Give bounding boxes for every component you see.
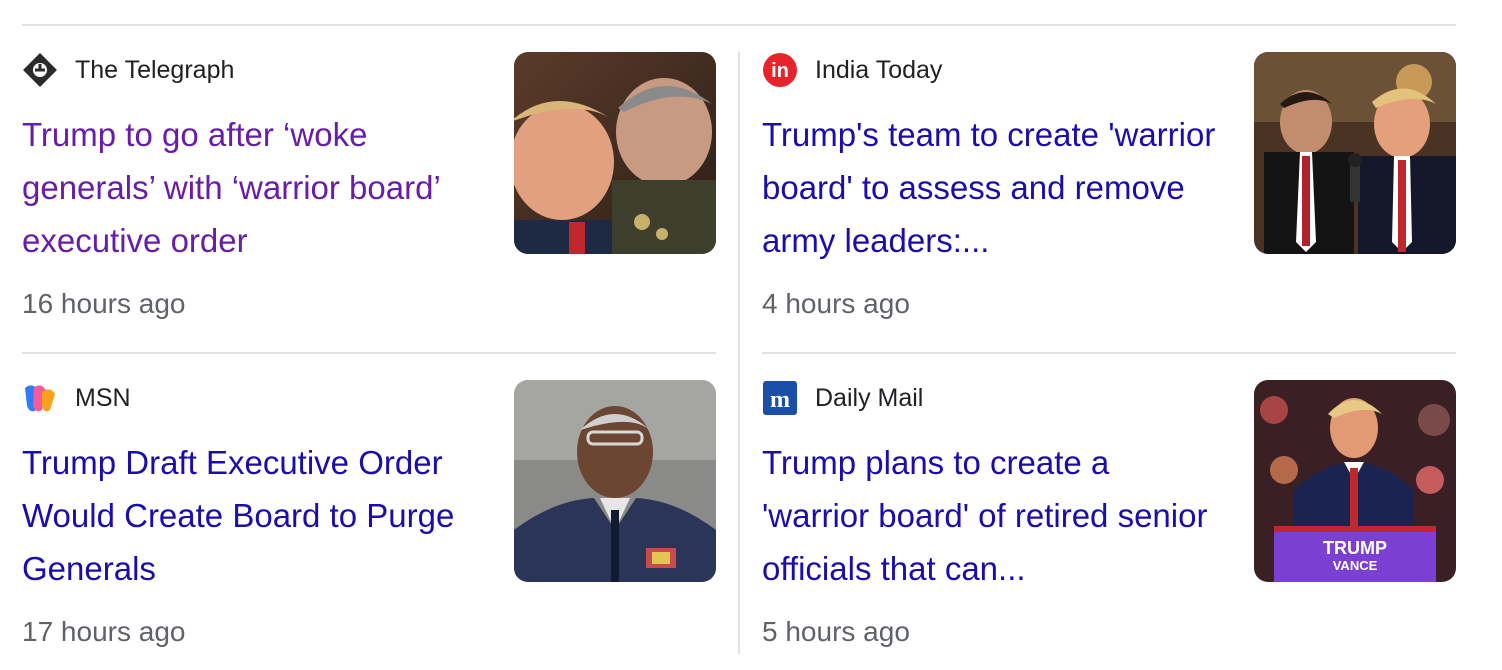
source-name: The Telegraph <box>75 55 235 84</box>
svg-text:m: m <box>770 387 790 413</box>
article-thumbnail[interactable] <box>514 52 716 254</box>
article-headline-link[interactable]: Trump's team to create 'warrior board' t… <box>762 108 1222 267</box>
article-timestamp: 5 hours ago <box>762 616 910 647</box>
news-card-msn[interactable]: MSN Trump Draft Executive Order Would Cr… <box>22 380 716 670</box>
trump-vance-sign-line2: VANCE <box>1333 558 1378 573</box>
article-headline-link[interactable]: Trump plans to create a 'warrior board' … <box>762 436 1222 595</box>
article-thumbnail[interactable]: TRUMP VANCE <box>1254 380 1456 582</box>
article-timestamp: 17 hours ago <box>22 616 186 647</box>
svg-text:in: in <box>771 60 789 82</box>
news-source: MSN <box>22 380 131 416</box>
source-name: MSN <box>75 383 131 412</box>
article-thumbnail[interactable] <box>514 380 716 582</box>
news-source: The Telegraph <box>22 52 234 88</box>
daily-mail-logo-icon: m <box>762 380 798 416</box>
column-divider <box>738 52 740 654</box>
article-headline-link[interactable]: Trump Draft Executive Order Would Create… <box>22 436 482 595</box>
india-today-logo-icon: in <box>762 52 798 88</box>
article-thumbnail[interactable] <box>1254 52 1456 254</box>
news-card-india-today[interactable]: in India Today Trump's team to create 'w… <box>762 52 1456 342</box>
trump-vance-sign-line1: TRUMP <box>1323 538 1387 558</box>
top-divider <box>22 24 1456 26</box>
row-divider-left <box>22 352 716 354</box>
telegraph-logo-icon <box>22 52 58 88</box>
article-timestamp: 16 hours ago <box>22 288 186 319</box>
news-source: in India Today <box>762 52 942 88</box>
news-card-telegraph[interactable]: The Telegraph Trump to go after ‘woke ge… <box>22 52 716 342</box>
row-divider-right <box>762 352 1456 354</box>
news-card-daily-mail[interactable]: m Daily Mail Trump plans to create a 'wa… <box>762 380 1456 670</box>
article-headline-link[interactable]: Trump to go after ‘woke generals’ with ‘… <box>22 108 482 267</box>
article-timestamp: 4 hours ago <box>762 288 910 319</box>
news-source: m Daily Mail <box>762 380 923 416</box>
msn-logo-icon <box>22 380 58 416</box>
source-name: India Today <box>815 55 943 84</box>
source-name: Daily Mail <box>815 383 924 412</box>
